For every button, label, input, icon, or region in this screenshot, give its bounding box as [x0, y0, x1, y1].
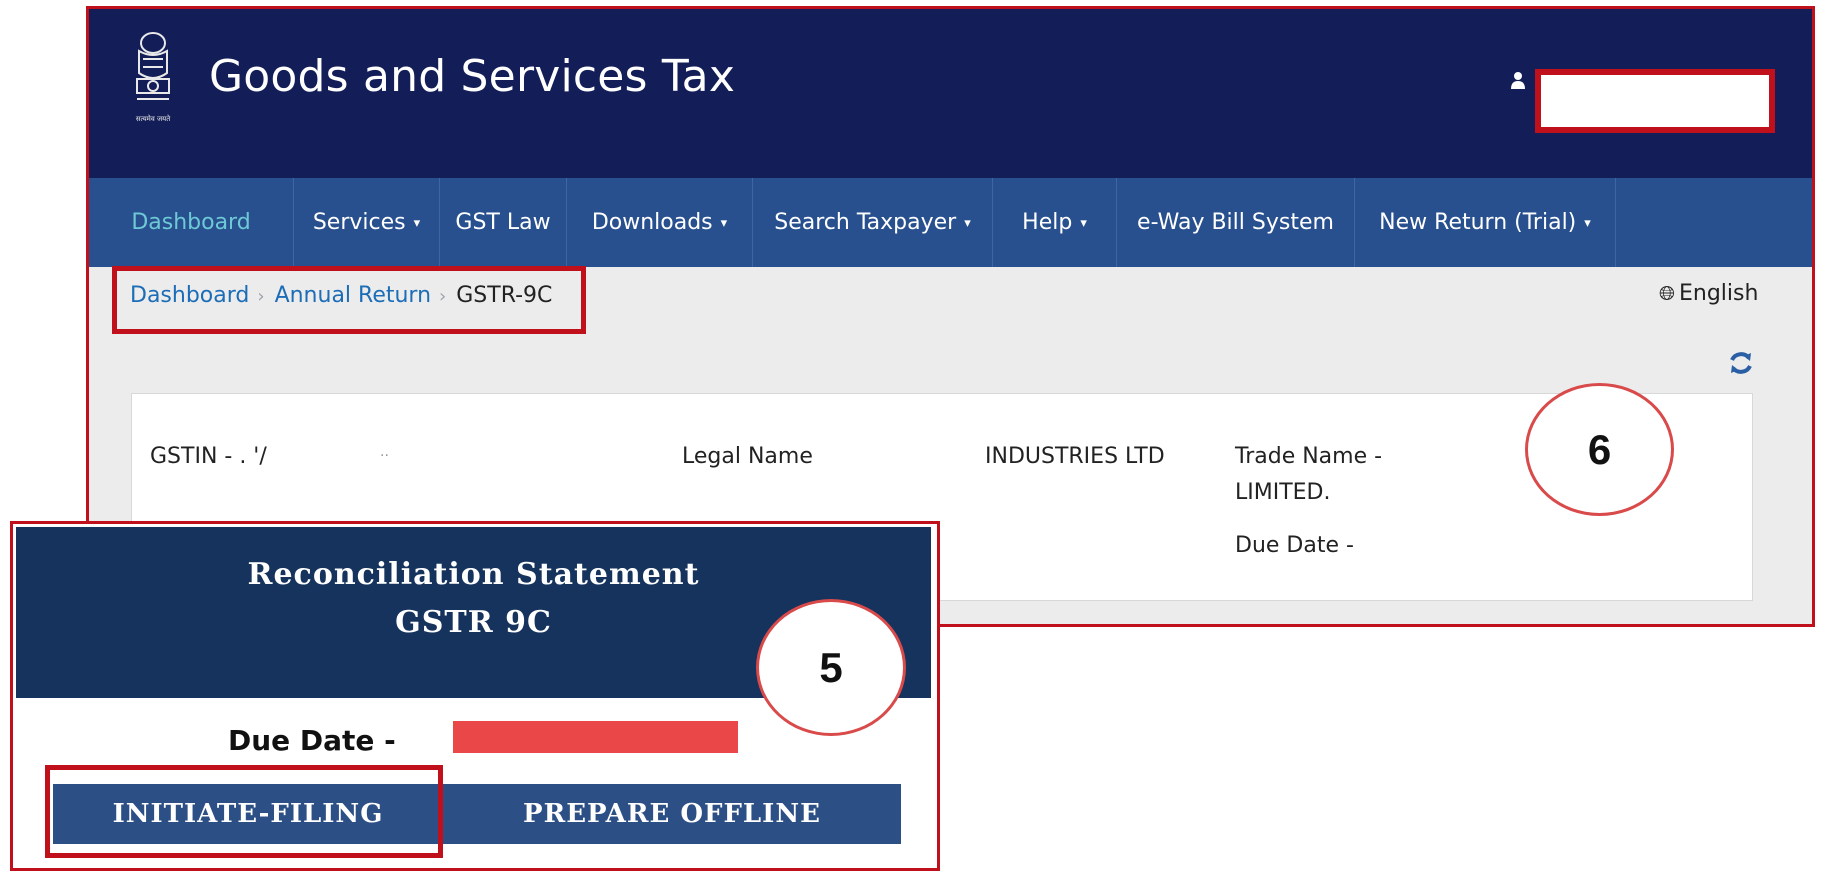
nav-gst-law[interactable]: GST Law [440, 178, 567, 267]
initiate-filing-highlight [45, 765, 443, 858]
breadcrumb-separator: › [439, 286, 447, 307]
breadcrumb: Dashboard › Annual Return › GSTR-9C [130, 283, 552, 308]
nav-downloads[interactable]: Downloads ▾ [567, 178, 753, 267]
nav-services[interactable]: Services ▾ [294, 178, 440, 267]
breadcrumb-separator: › [257, 286, 265, 307]
redacted-due-date [453, 721, 738, 753]
legal-name-value: INDUSTRIES LTD [985, 444, 1165, 469]
card-title: Reconciliation Statement [247, 557, 700, 592]
national-emblem-icon: सत्यमेव जयते [136, 32, 171, 123]
globe-icon: 🌐︎ [1659, 281, 1675, 305]
nav-label: Services [312, 210, 406, 235]
nav-new-return[interactable]: New Return (Trial) ▾ [1355, 178, 1616, 267]
chevron-down-icon: ▾ [413, 216, 421, 231]
chevron-down-icon: ▾ [1584, 216, 1591, 231]
breadcrumb-annual-return[interactable]: Annual Return [275, 283, 431, 308]
site-header: सत्यमेव जयते Goods and Services Tax [89, 9, 1812, 178]
language-selector[interactable]: 🌐︎ English [1659, 281, 1758, 306]
chevron-down-icon: ▾ [964, 216, 971, 231]
nav-label: GST Law [455, 210, 551, 235]
user-icon [1511, 72, 1525, 89]
refresh-icon[interactable] [1727, 349, 1755, 377]
step-number: 5 [819, 643, 843, 691]
language-label: English [1679, 281, 1759, 306]
svg-text:सत्यमेव जयते: सत्यमेव जयते [136, 114, 171, 123]
username-field[interactable] [1535, 69, 1775, 133]
gstin-tail: .. [380, 444, 389, 460]
due-date-label: Due Date - [228, 724, 396, 757]
nav-label: e-Way Bill System [1137, 210, 1334, 235]
main-navbar: Dashboard Services ▾ GST Law Downloads ▾ S… [89, 178, 1812, 267]
trade-name-label: Trade Name - [1235, 444, 1383, 469]
legal-name-label: Legal Name [682, 444, 813, 469]
prepare-offline-button[interactable]: PREPARE OFFLINE [443, 784, 901, 844]
nav-help[interactable]: Help ▾ [993, 178, 1117, 267]
nav-eway-bill[interactable]: e-Way Bill System [1117, 178, 1355, 267]
nav-label: Search Taxpayer [774, 210, 957, 235]
nav-dashboard[interactable]: Dashboard [89, 178, 294, 267]
reconciliation-statement-card: Reconciliation Statement GSTR 9C Due Dat… [10, 521, 940, 871]
step-marker-6: 6 [1525, 383, 1674, 516]
site-title[interactable]: Goods and Services Tax [209, 51, 735, 102]
nav-label: Dashboard [131, 210, 251, 235]
due-date-label: Due Date - [1235, 533, 1354, 558]
chevron-down-icon: ▾ [720, 216, 728, 231]
nav-label: Downloads [591, 210, 713, 235]
breadcrumb-current: GSTR-9C [456, 283, 553, 308]
nav-label: Help [1022, 210, 1073, 235]
chevron-down-icon: ▾ [1080, 216, 1087, 231]
nav-label: New Return (Trial) [1379, 210, 1577, 235]
breadcrumb-dashboard[interactable]: Dashboard [130, 283, 249, 308]
nav-search-taxpayer[interactable]: Search Taxpayer ▾ [753, 178, 993, 267]
step-number: 6 [1587, 425, 1612, 473]
step-marker-5: 5 [756, 599, 906, 736]
gstin-label: GSTIN - . '/ [150, 444, 267, 469]
trade-name-value: LIMITED. [1235, 480, 1331, 505]
